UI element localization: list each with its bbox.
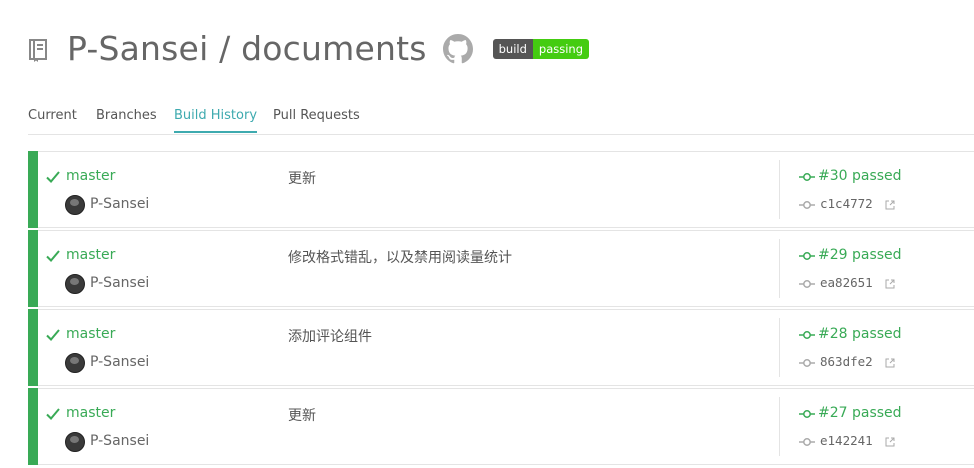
page-title: P-Sansei / documents (67, 28, 427, 68)
badge-label: build (492, 38, 533, 59)
build-row[interactable]: master P-Sansei 更新 #27 passed e142241 (28, 388, 974, 465)
tab-build-history[interactable]: Build History (174, 108, 258, 133)
build-number-link[interactable]: #30 passed (818, 168, 902, 184)
external-link-icon[interactable] (885, 437, 895, 447)
badge-status: passing (532, 38, 590, 59)
check-icon (46, 408, 60, 420)
check-icon (46, 329, 60, 341)
external-link-icon[interactable] (885, 358, 895, 368)
build-number-link[interactable]: #29 passed (818, 247, 902, 263)
commit-icon (799, 359, 815, 367)
avatar (65, 432, 85, 452)
build-number-link[interactable]: #28 passed (818, 326, 902, 342)
commit-icon (799, 252, 815, 260)
commit-icon (799, 280, 815, 288)
build-row[interactable]: master P-Sansei 添加评论组件 #28 passed 863dfe… (28, 309, 974, 386)
divider (779, 397, 780, 456)
branch-link[interactable]: master (66, 168, 115, 184)
repo-header: P-Sansei / documents build passing (28, 26, 590, 70)
check-icon (46, 250, 60, 262)
commit-message[interactable]: 更新 (288, 405, 316, 425)
status-bar (28, 309, 38, 386)
commit-message[interactable]: 添加评论组件 (288, 326, 372, 346)
status-bar (28, 388, 38, 465)
commit-icon (799, 201, 815, 209)
commit-icon (799, 173, 815, 181)
commit-icon (799, 331, 815, 339)
commit-sha-link[interactable]: c1c4772 (820, 196, 873, 211)
build-status-badge[interactable]: build passing (492, 38, 590, 59)
check-icon (46, 171, 60, 183)
build-row[interactable]: master P-Sansei 更新 #30 passed c1c4772 (28, 151, 974, 228)
commit-sha-link[interactable]: 863dfe2 (820, 354, 873, 369)
build-number-link[interactable]: #27 passed (818, 405, 902, 421)
tab-current[interactable]: Current (28, 108, 77, 131)
author-name: P-Sansei (90, 275, 150, 291)
author-name: P-Sansei (90, 433, 150, 449)
divider (779, 160, 780, 219)
repo-book-icon (29, 39, 47, 62)
avatar (65, 195, 85, 215)
divider (779, 239, 780, 298)
github-icon[interactable] (442, 34, 473, 64)
avatar (65, 353, 85, 373)
tab-branches[interactable]: Branches (96, 108, 157, 131)
author-name: P-Sansei (90, 354, 150, 370)
commit-sha-link[interactable]: e142241 (820, 433, 873, 448)
commit-icon (799, 410, 815, 418)
branch-link[interactable]: master (66, 405, 115, 421)
commit-sha-link[interactable]: ea82651 (820, 275, 873, 290)
avatar (65, 274, 85, 294)
commit-message[interactable]: 更新 (288, 168, 316, 188)
repo-tabs: Current Branches Build History Pull Requ… (28, 98, 974, 135)
commit-message[interactable]: 修改格式错乱，以及禁用阅读量统计 (288, 247, 512, 267)
status-bar (28, 151, 38, 228)
status-bar (28, 230, 38, 307)
branch-link[interactable]: master (66, 247, 115, 263)
tab-pull-requests[interactable]: Pull Requests (273, 108, 360, 131)
external-link-icon[interactable] (885, 279, 895, 289)
build-row[interactable]: master P-Sansei 修改格式错乱，以及禁用阅读量统计 #29 pas… (28, 230, 974, 307)
author-name: P-Sansei (90, 196, 150, 212)
divider (779, 318, 780, 377)
branch-link[interactable]: master (66, 326, 115, 342)
commit-icon (799, 438, 815, 446)
external-link-icon[interactable] (885, 200, 895, 210)
